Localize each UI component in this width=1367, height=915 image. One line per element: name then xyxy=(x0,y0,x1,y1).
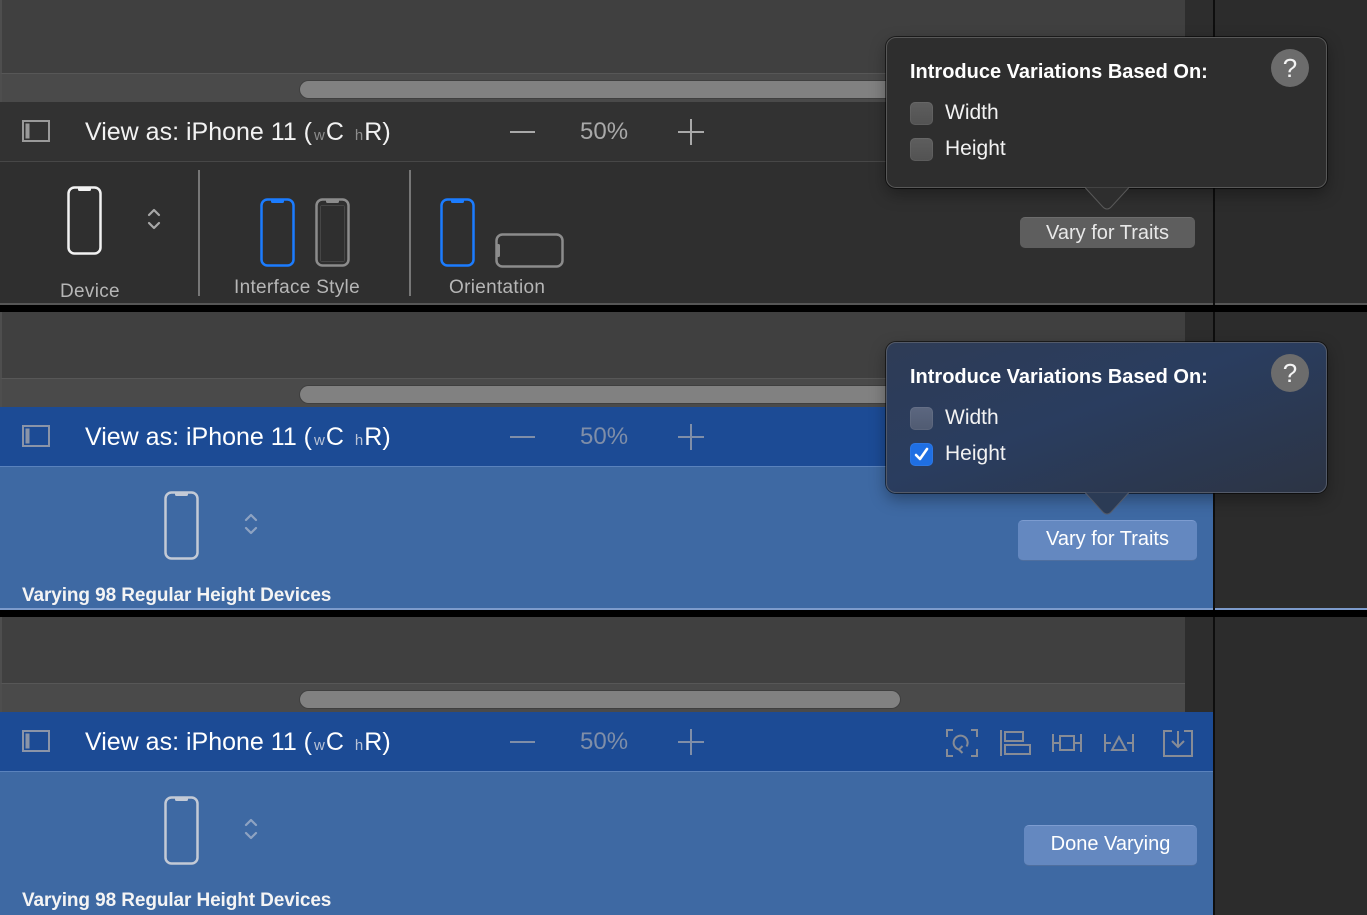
panel-bottom-border xyxy=(0,303,1367,305)
add-new-constraints-icon[interactable] xyxy=(1050,728,1084,758)
device-bar: View as: iPhone 11 (wC hR) 50% xyxy=(0,712,1213,772)
landscape-orientation-icon[interactable] xyxy=(495,233,564,268)
width-class-label: w xyxy=(314,127,325,144)
horizontal-scrollbar[interactable] xyxy=(0,683,1185,712)
variations-popover: Introduce Variations Based On: ? Width H… xyxy=(886,37,1327,188)
portrait-orientation-icon[interactable] xyxy=(440,198,475,267)
height-class-value: R xyxy=(364,728,383,756)
canvas-area xyxy=(0,617,1185,683)
done-varying-button[interactable]: Done Varying xyxy=(1024,825,1197,866)
zoom-out-icon[interactable] xyxy=(508,425,536,449)
help-button[interactable]: ? xyxy=(1271,49,1309,87)
varying-status: Varying 98 Regular Height Devices xyxy=(22,890,332,911)
height-class-label: h xyxy=(354,432,364,449)
width-class-value: C xyxy=(325,728,344,756)
sidebar-toggle-icon[interactable] xyxy=(22,425,50,447)
help-button[interactable]: ? xyxy=(1271,354,1309,392)
scrollbar-thumb[interactable] xyxy=(300,81,900,98)
width-class-label: w xyxy=(314,432,325,449)
height-class-label: h xyxy=(354,127,364,144)
device-chevron-updown-icon[interactable] xyxy=(243,511,259,537)
vary-for-traits-button[interactable]: Vary for Traits xyxy=(1020,217,1195,248)
resolve-auto-layout-issues-icon[interactable] xyxy=(1102,728,1136,758)
orientation-label: Orientation xyxy=(449,277,546,298)
interface-style-label: Interface Style xyxy=(234,277,360,298)
popover-arrow xyxy=(1085,492,1129,515)
variations-popover: Introduce Variations Based On: ? Width H… xyxy=(886,342,1327,493)
device-phone-icon[interactable] xyxy=(164,491,199,560)
checkmark-icon xyxy=(914,447,929,461)
height-checkbox[interactable] xyxy=(910,138,933,161)
zoom-level: 50% xyxy=(580,118,629,145)
view-as-title[interactable]: View as: iPhone 11 (wC hR) xyxy=(85,419,391,455)
device-chevron-updown-icon[interactable] xyxy=(243,816,259,842)
embed-in-icon[interactable] xyxy=(1161,728,1195,758)
zoom-out-icon[interactable] xyxy=(508,120,536,144)
view-as-device: View as: iPhone 11 ( xyxy=(85,423,312,451)
scrollbar-thumb[interactable] xyxy=(300,691,900,708)
zoom-in-icon[interactable] xyxy=(677,423,705,451)
title-close: ) xyxy=(382,728,391,756)
align-icon[interactable] xyxy=(998,728,1032,758)
divider xyxy=(198,170,200,296)
canvas-edge xyxy=(1185,617,1213,712)
height-class-value: R xyxy=(364,423,383,451)
divider xyxy=(409,170,411,296)
height-checkbox[interactable] xyxy=(910,443,933,466)
panel-varying: View as: iPhone 11 (wC hR) 50% Varying 9… xyxy=(0,617,1367,915)
zoom-in-icon[interactable] xyxy=(677,728,705,756)
view-as-title[interactable]: View as: iPhone 11 (wC hR) xyxy=(85,114,391,150)
width-class-value: C xyxy=(325,423,344,451)
sidebar-toggle-icon[interactable] xyxy=(22,120,50,142)
popover-arrow xyxy=(1085,187,1129,210)
width-checkbox[interactable] xyxy=(910,407,933,430)
varying-status: Varying 98 Regular Height Devices xyxy=(22,585,332,606)
panel-height-selected: View as: iPhone 11 (wC hR) 50% Varying 98… xyxy=(0,312,1367,610)
zoom-level: 50% xyxy=(580,423,629,450)
width-option-label[interactable]: Width xyxy=(945,99,999,127)
view-as-device: View as: iPhone 11 ( xyxy=(85,118,312,146)
light-appearance-icon[interactable] xyxy=(260,198,295,267)
trait-bar-varying: Varying 98 Regular Height Devices Done V… xyxy=(0,772,1213,915)
view-as-title[interactable]: View as: iPhone 11 (wC hR) xyxy=(85,724,391,760)
title-close: ) xyxy=(382,423,391,451)
update-frames-icon[interactable] xyxy=(945,728,979,758)
vary-for-traits-button[interactable]: Vary for Traits xyxy=(1018,520,1197,561)
title-close: ) xyxy=(382,118,391,146)
zoom-out-icon[interactable] xyxy=(508,730,536,754)
panel-bottom-border xyxy=(0,608,1367,610)
device-label: Device xyxy=(60,281,120,302)
view-as-device: View as: iPhone 11 ( xyxy=(85,728,312,756)
sidebar-toggle-icon[interactable] xyxy=(22,730,50,752)
height-class-value: R xyxy=(364,118,383,146)
device-chevron-updown-icon[interactable] xyxy=(146,206,162,232)
height-class-label: h xyxy=(354,737,364,754)
zoom-level: 50% xyxy=(580,728,629,755)
width-class-label: w xyxy=(314,737,325,754)
device-phone-icon[interactable] xyxy=(67,186,102,255)
scrollbar-thumb[interactable] xyxy=(300,386,900,403)
width-checkbox[interactable] xyxy=(910,102,933,125)
popover-title: Introduce Variations Based On: xyxy=(910,366,1208,388)
inspector-divider xyxy=(1213,617,1215,915)
width-option-label[interactable]: Width xyxy=(945,404,999,432)
panel-trait-picker: View as: iPhone 11 (wC hR) 50% Device Int… xyxy=(0,0,1367,305)
zoom-in-icon[interactable] xyxy=(677,118,705,146)
width-class-value: C xyxy=(325,118,344,146)
device-phone-icon[interactable] xyxy=(164,796,199,865)
dark-appearance-icon[interactable] xyxy=(315,198,350,267)
height-option-label[interactable]: Height xyxy=(945,135,1006,163)
popover-title: Introduce Variations Based On: xyxy=(910,61,1208,83)
height-option-label[interactable]: Height xyxy=(945,440,1006,468)
